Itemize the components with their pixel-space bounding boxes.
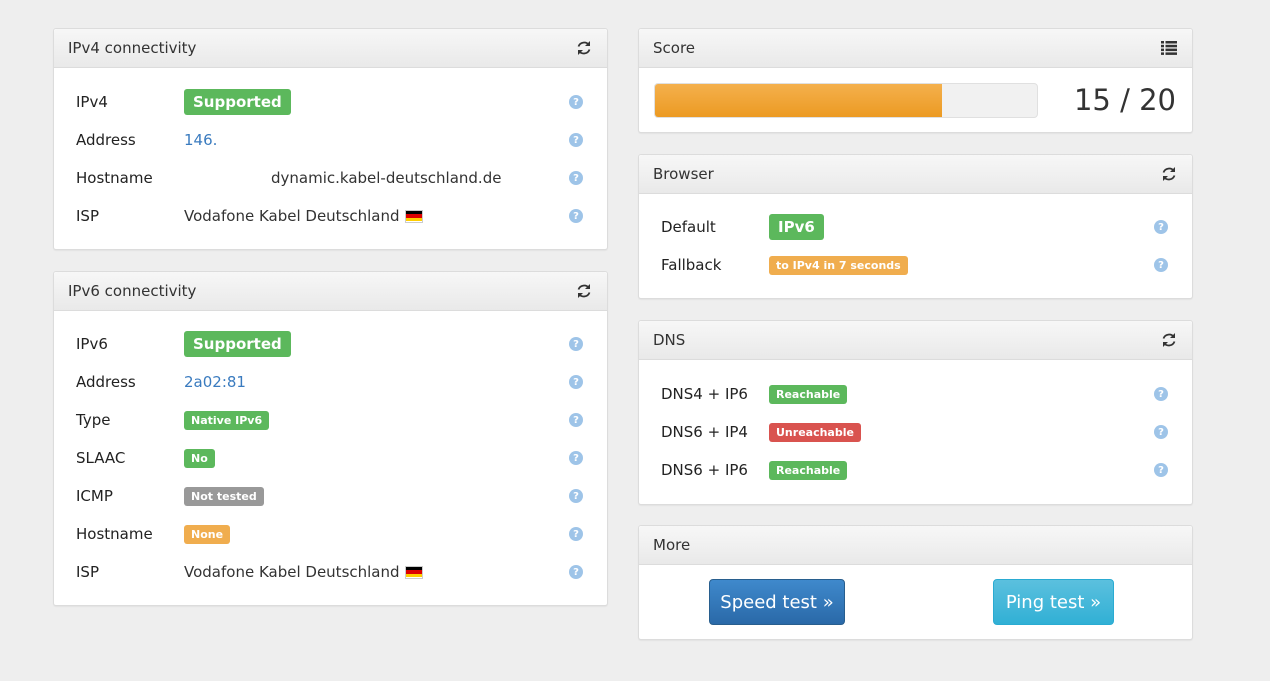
refresh-icon[interactable]	[575, 39, 593, 57]
help-icon[interactable]: ?	[569, 171, 583, 185]
ipv4-status-badge: Supported	[184, 89, 291, 115]
ipv4-isp-value: Vodafone Kabel Deutschland	[184, 207, 400, 225]
slaac-badge: No	[184, 448, 215, 468]
germany-flag-icon	[404, 565, 423, 579]
ipv4-panel: IPv4 connectivity IPv4 Supported ? Addre…	[53, 28, 608, 250]
slaac-label: SLAAC	[76, 449, 126, 467]
ping-test-button[interactable]: Ping test »	[993, 579, 1114, 625]
dns6-ip4-row: DNS6 + IP4 Unreachable ?	[661, 419, 1170, 445]
ipv4-hostname-row: Hostname dynamic.kabel-deutschland.de ?	[76, 165, 585, 191]
germany-flag-icon	[404, 209, 423, 223]
help-icon[interactable]: ?	[569, 451, 583, 465]
help-icon[interactable]: ?	[569, 413, 583, 427]
score-progress-fill	[655, 84, 942, 117]
hostname-badge: None	[184, 524, 231, 544]
more-panel: More Speed test » Ping test »	[638, 525, 1193, 640]
address-label: Address	[76, 373, 136, 391]
help-icon[interactable]: ?	[569, 489, 583, 503]
browser-panel-title: Browser	[653, 165, 714, 183]
ipv6-isp-value: Vodafone Kabel Deutschland	[184, 563, 400, 581]
help-icon[interactable]: ?	[569, 375, 583, 389]
icmp-label: ICMP	[76, 487, 113, 505]
help-icon[interactable]: ?	[1154, 463, 1168, 477]
ipv4-hostname-value: dynamic.kabel-deutschland.de	[271, 169, 502, 187]
ipv4-isp-row: ISP Vodafone Kabel Deutschland ?	[76, 203, 585, 229]
speed-test-button[interactable]: Speed test »	[709, 579, 845, 625]
help-icon[interactable]: ?	[569, 337, 583, 351]
help-icon[interactable]: ?	[1154, 387, 1168, 401]
browser-panel-header: Browser	[639, 155, 1192, 194]
type-label: Type	[76, 411, 111, 429]
help-icon[interactable]: ?	[569, 209, 583, 223]
ipv6-address-row: Address 2a02:81 ?	[76, 369, 585, 395]
dns-panel-header: DNS	[639, 321, 1192, 360]
more-panel-title: More	[653, 536, 691, 554]
ipv6-address-value: 2a02:81	[184, 373, 246, 391]
ipv6-panel-title: IPv6 connectivity	[68, 282, 197, 300]
help-icon[interactable]: ?	[1154, 425, 1168, 439]
refresh-icon[interactable]	[1160, 165, 1178, 183]
list-icon[interactable]	[1160, 39, 1178, 57]
ipv6-panel: IPv6 connectivity IPv6 Supported ? Addre…	[53, 271, 608, 606]
browser-default-row: Default IPv6 ?	[661, 214, 1170, 240]
default-badge: IPv6	[769, 214, 824, 240]
type-badge: Native IPv6	[184, 410, 270, 430]
icmp-badge: Not tested	[184, 486, 264, 506]
help-icon[interactable]: ?	[569, 565, 583, 579]
ipv4-panel-header: IPv4 connectivity	[54, 29, 607, 68]
ipv4-row: IPv4 Supported ?	[76, 89, 585, 115]
isp-label: ISP	[76, 207, 99, 225]
help-icon[interactable]: ?	[569, 133, 583, 147]
ipv4-address-value: 146.	[184, 131, 218, 149]
browser-fallback-row: Fallback to IPv4 in 7 seconds ?	[661, 252, 1170, 278]
ipv6-panel-header: IPv6 connectivity	[54, 272, 607, 311]
ipv6-icmp-row: ICMP Not tested ?	[76, 483, 585, 509]
score-value: 15 / 20	[1073, 83, 1176, 117]
isp-label: ISP	[76, 563, 99, 581]
fallback-badge: to IPv4 in 7 seconds	[769, 255, 908, 275]
ipv6-row: IPv6 Supported ?	[76, 331, 585, 357]
ipv6-label: IPv6	[76, 335, 108, 353]
dns6-ip6-row: DNS6 + IP6 Reachable ?	[661, 457, 1170, 483]
refresh-icon[interactable]	[1160, 331, 1178, 349]
hostname-label: Hostname	[76, 169, 153, 187]
score-panel-header: Score	[639, 29, 1192, 68]
dns4-ip6-label: DNS4 + IP6	[661, 385, 748, 403]
score-panel-title: Score	[653, 39, 696, 57]
ipv6-status-badge: Supported	[184, 331, 291, 357]
dns6-ip4-label: DNS6 + IP4	[661, 423, 748, 441]
help-icon[interactable]: ?	[1154, 258, 1168, 272]
refresh-icon[interactable]	[575, 282, 593, 300]
address-label: Address	[76, 131, 136, 149]
default-label: Default	[661, 218, 716, 236]
ipv4-label: IPv4	[76, 93, 108, 111]
dns6-ip4-badge: Unreachable	[769, 422, 861, 442]
score-progress-bar	[654, 83, 1038, 118]
dns6-ip6-badge: Reachable	[769, 460, 848, 480]
ipv4-panel-title: IPv4 connectivity	[68, 39, 197, 57]
ipv4-address-row: Address 146. ?	[76, 127, 585, 153]
hostname-label: Hostname	[76, 525, 153, 543]
ipv6-isp-row: ISP Vodafone Kabel Deutschland ?	[76, 559, 585, 585]
score-panel: Score 15 / 20	[638, 28, 1193, 133]
dns6-ip6-label: DNS6 + IP6	[661, 461, 748, 479]
help-icon[interactable]: ?	[569, 527, 583, 541]
browser-panel: Browser Default IPv6 ? Fallback to IPv4 …	[638, 154, 1193, 299]
dns4-ip6-badge: Reachable	[769, 384, 848, 404]
ipv6-slaac-row: SLAAC No ?	[76, 445, 585, 471]
help-icon[interactable]: ?	[1154, 220, 1168, 234]
fallback-label: Fallback	[661, 256, 722, 274]
help-icon[interactable]: ?	[569, 95, 583, 109]
dns-panel-title: DNS	[653, 331, 686, 349]
dns4-ip6-row: DNS4 + IP6 Reachable ?	[661, 381, 1170, 407]
ipv6-type-row: Type Native IPv6 ?	[76, 407, 585, 433]
dns-panel: DNS DNS4 + IP6 Reachable ? DNS6 + IP4 Un…	[638, 320, 1193, 505]
ipv6-hostname-row: Hostname None ?	[76, 521, 585, 547]
more-panel-header: More	[639, 526, 1192, 565]
